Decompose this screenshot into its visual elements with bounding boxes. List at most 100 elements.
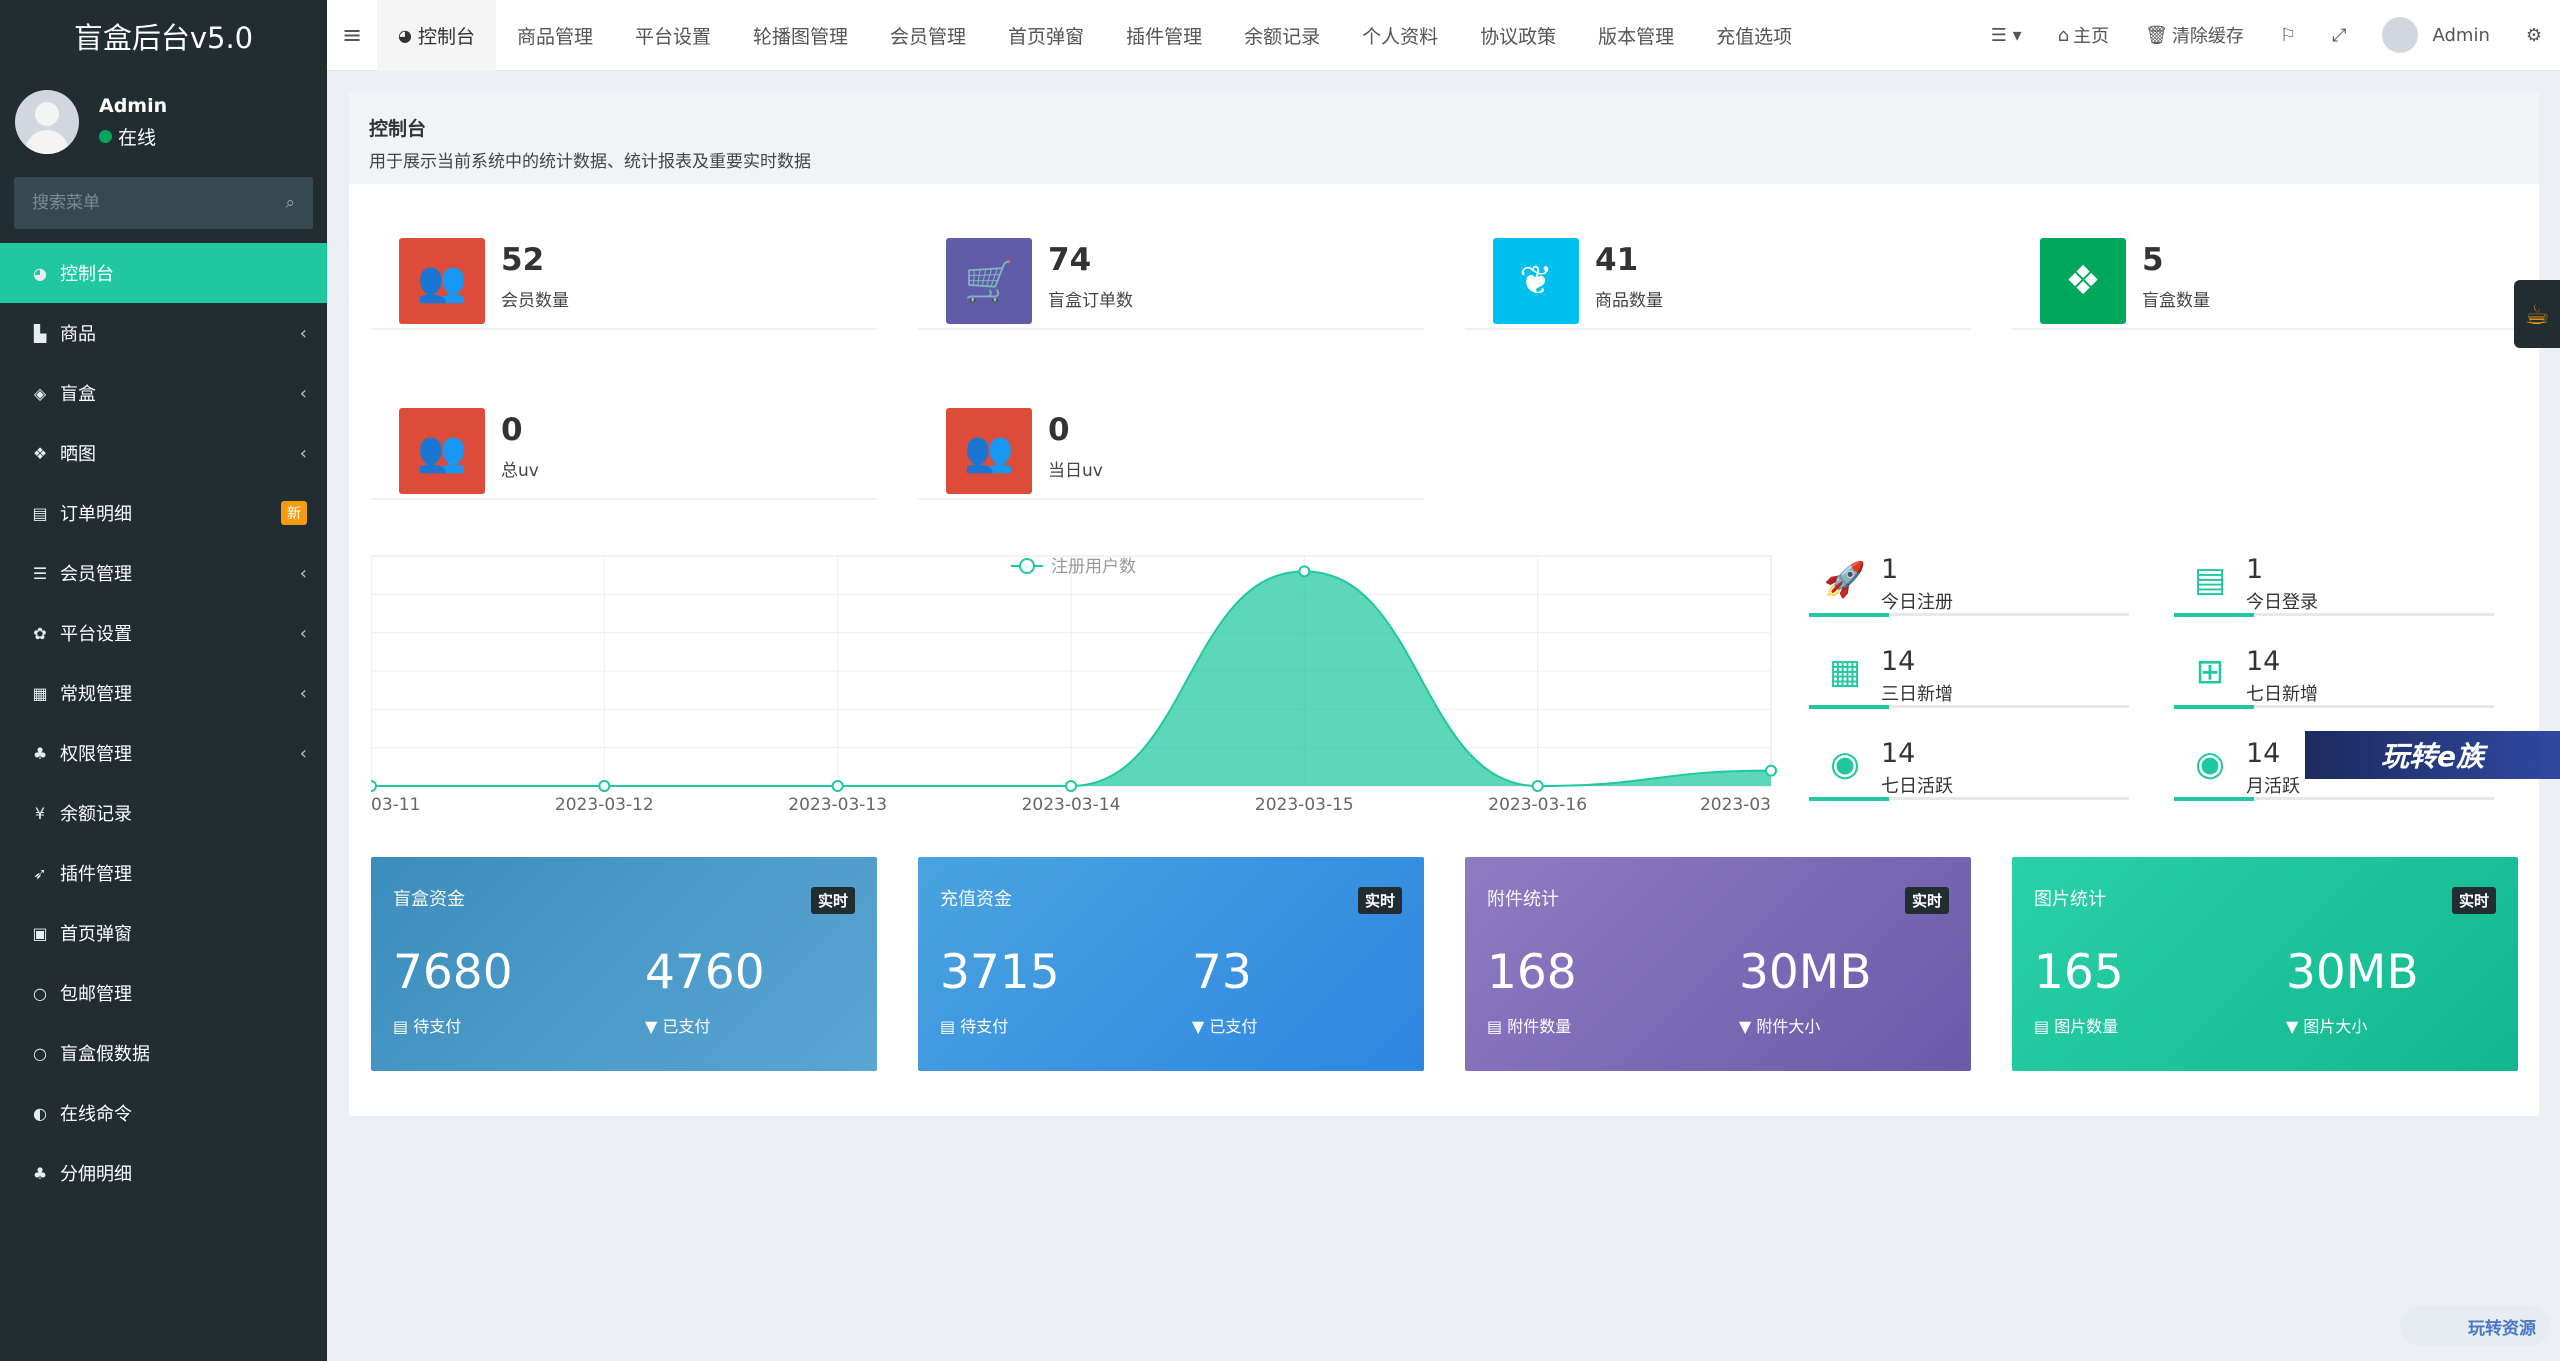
- clear-cache-button[interactable]: 🗑 清除缓存: [2127, 0, 2262, 71]
- data-point[interactable]: [831, 780, 844, 792]
- sidebar-item-label: 分佣明细: [60, 1164, 132, 1185]
- stat-value: 0: [1048, 412, 1070, 448]
- stat-box: 🛒 74 盲盒订单数: [918, 212, 1424, 330]
- sidebar-item[interactable]: ▙ 商品 ‹: [0, 303, 327, 363]
- sidebar-item[interactable]: ◕ 控制台: [0, 243, 327, 303]
- nav-tab[interactable]: ◕ 控制台: [377, 0, 496, 71]
- card-title: 充值资金: [940, 889, 1012, 910]
- card-value-secondary: 4760: [645, 945, 765, 1000]
- sidebar-item[interactable]: ¥ 余额记录: [0, 783, 327, 843]
- mini-stat-label: 月活跃: [2246, 776, 2300, 797]
- nav-tab-label: 插件管理: [1126, 25, 1203, 48]
- menu-icon: ✿: [33, 623, 47, 643]
- data-point[interactable]: [1065, 780, 1077, 792]
- data-point[interactable]: [1298, 565, 1311, 578]
- side-float-tab[interactable]: ☕: [2514, 280, 2560, 348]
- app-logo[interactable]: 盲盒后台v5.0: [0, 0, 327, 71]
- sidebar-item[interactable]: ☰ 会员管理 ‹: [0, 543, 327, 603]
- sidebar-item[interactable]: ✿ 平台设置 ‹: [0, 603, 327, 663]
- search-icon[interactable]: ⌕: [285, 193, 295, 213]
- x-tick-label: 03-11: [371, 795, 420, 815]
- x-tick-label: 2023-03: [1700, 795, 1771, 815]
- sidebar-item[interactable]: ▣ 首页弹窗: [0, 903, 327, 963]
- chevron-left-icon: ‹: [299, 682, 307, 704]
- nav-tab[interactable]: 插件管理: [1105, 0, 1223, 71]
- mini-stat-label: 七日新增: [2246, 684, 2318, 705]
- summary-card: 图片统计 实时 165 30MB ▤ 图片数量 ▼ 图片大小: [2012, 857, 2518, 1071]
- filter-icon: ▼: [1739, 1017, 1757, 1036]
- sidebar-item-label: 晒图: [60, 444, 96, 465]
- chevron-left-icon: ‹: [299, 442, 307, 464]
- mini-stat-value: 14: [2246, 646, 2281, 677]
- card-label-secondary: ▼ 已支付: [645, 1017, 711, 1036]
- nav-tab[interactable]: 商品管理: [496, 0, 614, 71]
- sidebar-item[interactable]: ♣ 分佣明细: [0, 1143, 327, 1203]
- x-tick-label: 2023-03-14: [1022, 795, 1121, 815]
- chevron-left-icon: ‹: [299, 562, 307, 584]
- nav-tab[interactable]: 首页弹窗: [987, 0, 1105, 71]
- database-icon: ▤: [1487, 1017, 1508, 1036]
- realtime-badge: 实时: [1904, 887, 1949, 914]
- nav-tab[interactable]: 充值选项: [1695, 0, 1813, 71]
- database-icon: ▤: [393, 1017, 414, 1036]
- card-value-primary: 3715: [940, 945, 1060, 1000]
- nav-tab[interactable]: 版本管理: [1577, 0, 1695, 71]
- nav-tab-label: 个人资料: [1362, 25, 1439, 48]
- menu-search: ⌕: [14, 177, 313, 229]
- card-label-secondary: ▼ 已支付: [1192, 1017, 1258, 1036]
- mini-stat-bar: [2174, 797, 2494, 801]
- mini-stat-bar: [1809, 797, 2129, 801]
- sidebar-item[interactable]: ♣ 权限管理 ‹: [0, 723, 327, 783]
- sidebar-item[interactable]: ➶ 插件管理: [0, 843, 327, 903]
- database-icon: ▤: [2034, 1017, 2055, 1036]
- stat-box: ❖ 5 盲盒数量: [2012, 212, 2518, 330]
- sidebar-item[interactable]: ▤ 订单明细 新: [0, 483, 327, 543]
- sidebar-menu: ◕ 控制台 ▙ 商品 ‹ ◈ 盲盒 ‹ ❖ 晒图 ‹ ▤ 订单明细 新 ☰ 会员管理 ‹ ✿ 平台设置 ‹ ▦ 常规管理 ‹…: [0, 243, 327, 1203]
- sidebar-item-label: 常规管理: [60, 684, 132, 705]
- menu-icon: ¥: [34, 803, 46, 823]
- registration-chart: 03-11 2023-03-12 2023-03-13 2023-03-14 2023-…: [371, 555, 1777, 815]
- sidebar-item[interactable]: ▦ 常规管理 ‹: [0, 663, 327, 723]
- menu-toggle-icon[interactable]: ≡: [327, 0, 377, 71]
- nav-tab[interactable]: 平台设置: [614, 0, 732, 71]
- nav-tab[interactable]: 个人资料: [1341, 0, 1459, 71]
- card-title: 图片统计: [2034, 889, 2106, 910]
- sidebar-item[interactable]: ○ 包邮管理: [0, 963, 327, 1023]
- home-link[interactable]: ⌂ 主页: [2040, 0, 2127, 71]
- sidebar-item[interactable]: ❖ 晒图 ‹: [0, 423, 327, 483]
- mini-stat-label: 今日登录: [2246, 592, 2318, 613]
- fullscreen-icon[interactable]: ⤢: [2314, 0, 2364, 71]
- header-avatar: [2382, 17, 2419, 53]
- data-point[interactable]: [1765, 764, 1777, 777]
- x-tick-label: 2023-03-13: [788, 795, 887, 815]
- list-dropdown-icon[interactable]: ☰ ▾: [1973, 0, 2040, 71]
- nav-tab-label: 会员管理: [890, 25, 967, 48]
- sidebar-item[interactable]: ○ 盲盒假数据: [0, 1023, 327, 1083]
- data-point[interactable]: [371, 780, 377, 792]
- menu-icon: ♣: [32, 743, 48, 763]
- nav-tab-label: 平台设置: [635, 25, 712, 48]
- page-header: 控制台 用于展示当前系统中的统计数据、统计报表及重要实时数据: [349, 92, 2539, 184]
- data-point[interactable]: [598, 780, 611, 792]
- legend-marker[interactable]: [1019, 558, 1035, 574]
- nav-tab[interactable]: 余额记录: [1223, 0, 1341, 71]
- nav-tab[interactable]: 会员管理: [869, 0, 987, 71]
- sidebar-item-label: 控制台: [60, 264, 114, 285]
- stat-label: 盲盒订单数: [1048, 291, 1133, 311]
- nav-tab[interactable]: 轮播图管理: [732, 0, 869, 71]
- leaf-icon: ❦: [1493, 238, 1579, 324]
- translate-icon[interactable]: ⚐: [2262, 0, 2314, 71]
- summary-card: 盲盒资金 实时 7680 4760 ▤ 待支付 ▼ 已支付: [371, 857, 877, 1071]
- nav-tab[interactable]: 协议政策: [1459, 0, 1577, 71]
- realtime-badge: 实时: [2451, 887, 2496, 914]
- legend-label[interactable]: 注册用户数: [1051, 557, 1136, 577]
- settings-icon[interactable]: ⚙: [2508, 0, 2560, 71]
- nav-tab-label: 轮播图管理: [753, 25, 849, 48]
- card-value-secondary: 30MB: [2286, 945, 2419, 1000]
- card-title: 附件统计: [1487, 889, 1559, 910]
- sidebar-item[interactable]: ◐ 在线命令: [0, 1083, 327, 1143]
- user-menu[interactable]: Admin: [2364, 0, 2507, 71]
- sidebar-item[interactable]: ◈ 盲盒 ‹: [0, 363, 327, 423]
- search-input[interactable]: [32, 193, 252, 213]
- data-point[interactable]: [1531, 780, 1544, 792]
